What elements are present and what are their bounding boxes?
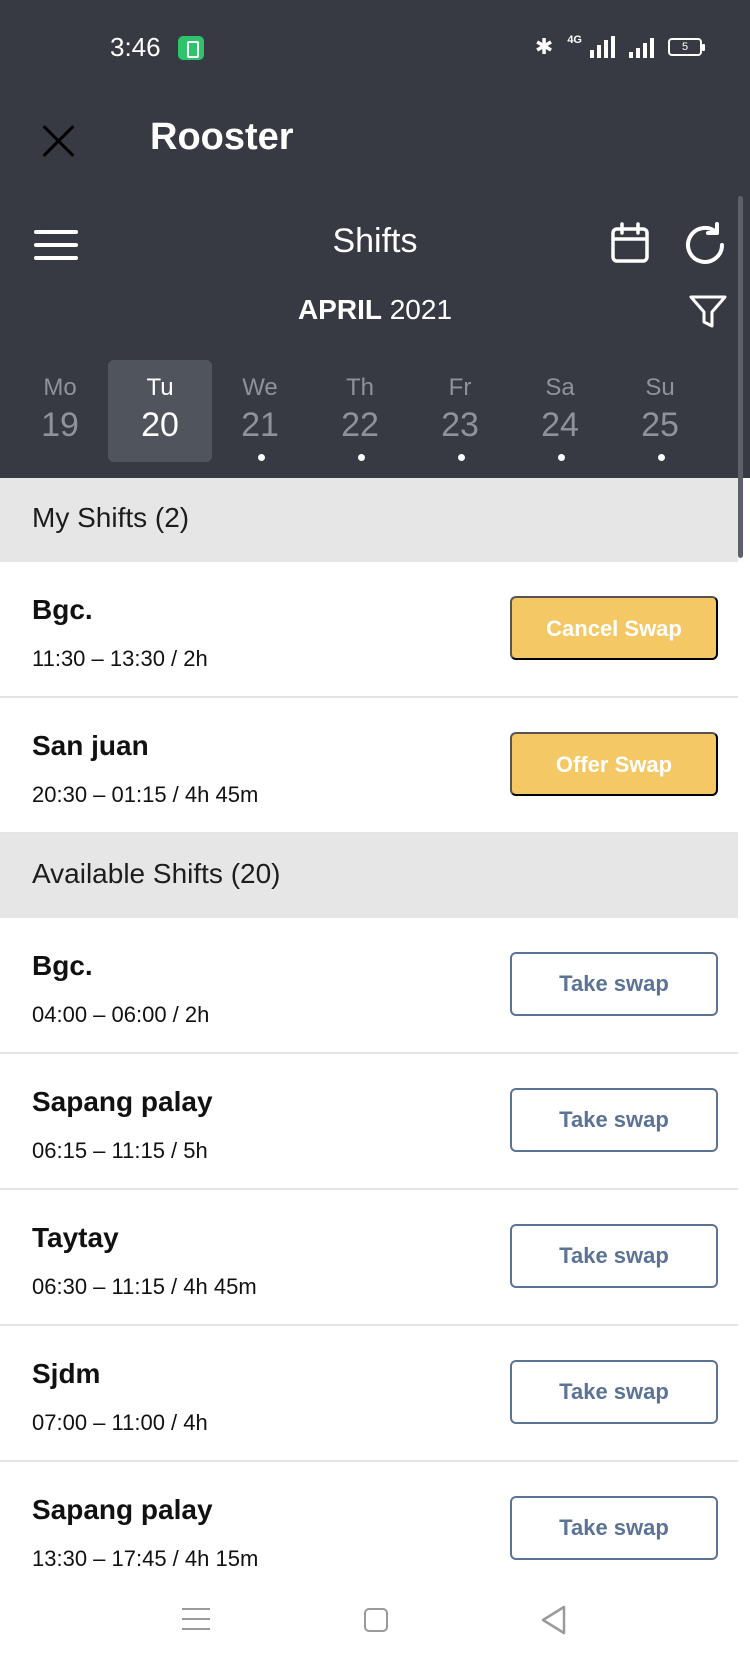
signal-icon-2 [629, 36, 654, 58]
day-strip: Mo 19 Tu 20 We 21 Th 22 Fr 23 Sa 24 Su 2… [8, 360, 750, 462]
day-su[interactable]: Su 25 [608, 360, 712, 462]
day-tu[interactable]: Tu 20 [108, 360, 212, 462]
section-available-shifts: Available Shifts (20) [0, 834, 738, 918]
scrollbar[interactable] [738, 196, 743, 558]
shift-indicator-dot [558, 454, 565, 461]
take-swap-button[interactable]: Take swap [510, 952, 718, 1016]
day-date: 20 [141, 406, 179, 444]
day-sa[interactable]: Sa 24 [508, 360, 612, 462]
calendar-icon[interactable] [610, 222, 650, 264]
take-swap-button[interactable]: Take swap [510, 1224, 718, 1288]
day-date: 19 [41, 406, 79, 444]
day-mo[interactable]: Mo 19 [8, 360, 112, 462]
shift-time: 06:30 – 11:15 / 4h 45m [32, 1274, 257, 1299]
month-name: APRIL [297, 294, 382, 325]
shift-row[interactable]: Taytay 06:30 – 11:15 / 4h 45m Take swap [0, 1190, 738, 1326]
shift-location: Bgc. [32, 594, 93, 625]
shift-row[interactable]: Bgc. 11:30 – 13:30 / 2h Cancel Swap [0, 562, 738, 698]
status-icons: ✱ 4G 5 [534, 34, 705, 60]
take-swap-button[interactable]: Take swap [510, 1088, 718, 1152]
day-date: 22 [341, 406, 379, 444]
home-icon[interactable] [364, 1608, 388, 1632]
year: 2021 [389, 294, 453, 325]
shift-indicator-dot [658, 454, 665, 461]
day-name: Mo [43, 374, 77, 401]
section-title: My Shifts (2) [32, 502, 190, 533]
network-type: 4G [567, 34, 582, 46]
shift-row[interactable]: Sapang palay 06:15 – 11:15 / 5h Take swa… [0, 1054, 738, 1190]
shift-location: San juan [32, 730, 149, 761]
shift-location: Sapang palay [32, 1494, 213, 1525]
shift-time: 04:00 – 06:00 / 2h [32, 1002, 210, 1027]
day-date: 25 [641, 406, 679, 444]
status-bar: 3:46 ✱ 4G 5 [0, 0, 750, 96]
shift-row[interactable]: Sjdm 07:00 – 11:00 / 4h Take swap [0, 1326, 738, 1462]
day-name: We [242, 374, 278, 401]
shift-indicator-dot [358, 454, 365, 461]
offer-swap-button[interactable]: Offer Swap [510, 732, 718, 796]
shift-indicator-dot [258, 454, 265, 461]
section-title: Available Shifts (20) [32, 858, 281, 889]
shift-row[interactable]: Sapang palay 13:30 – 17:45 / 4h 15m Take… [0, 1462, 738, 1576]
take-swap-button[interactable]: Take swap [510, 1496, 718, 1560]
battery-icon: 5 [668, 38, 705, 56]
shift-location: Bgc. [32, 950, 93, 981]
day-name: Tu [146, 374, 174, 401]
shift-time: 07:00 – 11:00 / 4h [32, 1410, 208, 1435]
close-icon[interactable] [40, 122, 78, 160]
shift-location: Sapang palay [32, 1086, 213, 1117]
back-icon[interactable] [538, 1604, 568, 1636]
take-swap-button[interactable]: Take swap [510, 1360, 718, 1424]
day-th[interactable]: Th 22 [308, 360, 412, 462]
cancel-swap-button[interactable]: Cancel Swap [510, 596, 718, 660]
recent-apps-icon[interactable] [182, 1608, 210, 1630]
app-title: Rooster [150, 116, 294, 158]
day-name: Th [345, 374, 374, 401]
bluetooth-icon: ✱ [534, 34, 554, 59]
day-date: 21 [241, 406, 279, 444]
shift-row[interactable]: San juan 20:30 – 01:15 / 4h 45m Offer Sw… [0, 698, 738, 834]
shift-location: Sjdm [32, 1358, 101, 1389]
month-label[interactable]: APRIL 2021 [0, 294, 750, 326]
shift-time: 11:30 – 13:30 / 2h [32, 646, 208, 671]
shift-time: 20:30 – 01:15 / 4h 45m [32, 782, 259, 807]
shift-time: 06:15 – 11:15 / 5h [32, 1138, 208, 1163]
battery-saver-icon [178, 36, 204, 60]
shift-row[interactable]: Bgc. 04:00 – 06:00 / 2h Take swap [0, 918, 738, 1054]
status-time: 3:46 [110, 32, 161, 62]
day-we[interactable]: We 21 [208, 360, 312, 462]
day-date: 23 [441, 406, 479, 444]
signal-icon [590, 36, 615, 58]
day-name: Sa [545, 374, 575, 401]
refresh-icon[interactable] [682, 222, 728, 268]
day-name: Su [645, 374, 675, 401]
shift-indicator-dot [458, 454, 465, 461]
section-my-shifts: My Shifts (2) [0, 478, 738, 562]
app-bar [0, 96, 750, 196]
filter-icon[interactable] [688, 294, 728, 330]
day-name: Fr [448, 374, 472, 401]
day-date: 24 [541, 406, 579, 444]
shift-time: 13:30 – 17:45 / 4h 15m [32, 1546, 259, 1571]
day-fr[interactable]: Fr 23 [408, 360, 512, 462]
shift-location: Taytay [32, 1222, 119, 1253]
